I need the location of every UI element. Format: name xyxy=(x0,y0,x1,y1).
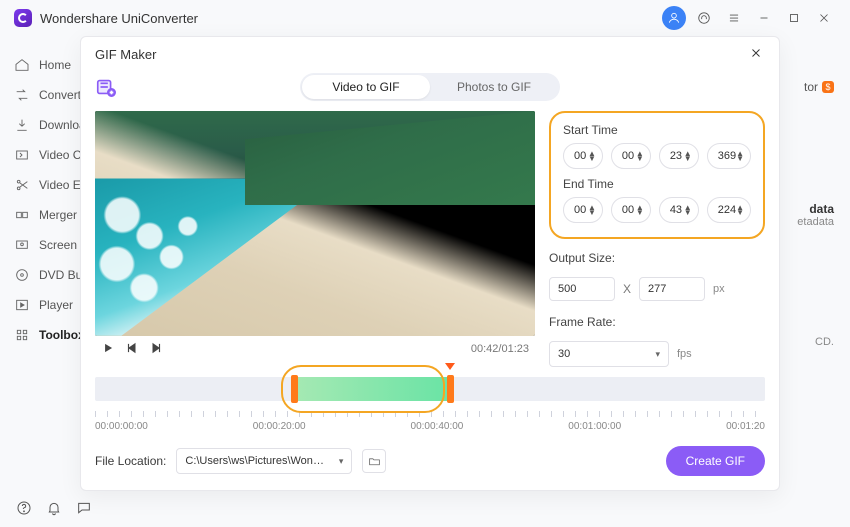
time-display: 00:42/01:23 xyxy=(471,343,529,355)
scissors-icon xyxy=(14,177,30,193)
stepper-arrows-icon: ▲▼ xyxy=(736,205,744,215)
tab-video-to-gif[interactable]: Video to GIF xyxy=(302,75,430,99)
playhead-icon[interactable] xyxy=(445,363,455,370)
chevron-down-icon: ▾ xyxy=(339,456,344,467)
selection-highlight xyxy=(281,365,445,413)
start-ms-stepper[interactable]: 369▲▼ xyxy=(707,143,751,169)
open-folder-button[interactable] xyxy=(362,449,386,473)
timeline-handle-end[interactable] xyxy=(447,375,454,403)
titlebar: Wondershare UniConverter xyxy=(0,0,850,36)
grid-icon xyxy=(14,327,30,343)
record-icon xyxy=(14,237,30,253)
feedback-icon[interactable] xyxy=(76,500,92,519)
tick-label: 00:00:20:00 xyxy=(253,421,306,432)
video-preview[interactable] xyxy=(95,111,535,336)
bell-icon[interactable] xyxy=(46,500,62,519)
minimize-button[interactable] xyxy=(752,6,776,30)
frame-rate-label: Frame Rate: xyxy=(549,315,765,329)
timeline-ruler: 00:00:00:00 00:00:20:00 00:00:40:00 00:0… xyxy=(95,421,765,434)
end-ms-stepper[interactable]: 224▲▼ xyxy=(707,197,751,223)
time-range-box: Start Time 00▲▼ 00▲▼ 23▲▼ 369▲▼ End Time… xyxy=(549,111,765,239)
bg-text: CD. xyxy=(774,336,834,348)
file-location-select[interactable]: C:\Users\ws\Pictures\Wonders ▾ xyxy=(176,448,352,474)
output-width-input[interactable]: 500 xyxy=(549,277,615,301)
player-controls: 00:42/01:23 xyxy=(95,336,535,363)
compress-icon xyxy=(14,147,30,163)
nav-label: Home xyxy=(39,58,71,72)
file-location-label: File Location: xyxy=(95,454,166,468)
settings-column: Start Time 00▲▼ 00▲▼ 23▲▼ 369▲▼ End Time… xyxy=(549,111,765,363)
next-button[interactable] xyxy=(149,341,163,358)
download-icon xyxy=(14,117,30,133)
chevron-down-icon: ▾ xyxy=(655,349,660,360)
convert-icon xyxy=(14,87,30,103)
stepper-arrows-icon: ▲▼ xyxy=(588,205,596,215)
end-time-label: End Time xyxy=(563,177,751,191)
output-unit: px xyxy=(713,283,725,295)
file-path: C:\Users\ws\Pictures\Wonders xyxy=(185,455,325,467)
bg-text: tor xyxy=(804,80,818,94)
start-time-label: Start Time xyxy=(563,123,751,137)
disc-icon xyxy=(14,267,30,283)
end-min-stepper[interactable]: 00▲▼ xyxy=(611,197,651,223)
modal-footer: File Location: C:\Users\ws\Pictures\Wond… xyxy=(81,434,779,490)
tick-label: 00:01:00:00 xyxy=(568,421,621,432)
output-height-input[interactable]: 277 xyxy=(639,277,705,301)
tick-label: 00:00:00:00 xyxy=(95,421,148,432)
nav-label: Merger xyxy=(39,208,77,222)
help-icon[interactable] xyxy=(16,500,32,519)
background-hints: tor $ dataetadata CD. xyxy=(774,80,834,456)
tabs-row: Video to GIF Photos to GIF xyxy=(81,71,779,111)
merge-icon xyxy=(14,207,30,223)
create-gif-button[interactable]: Create GIF xyxy=(666,446,765,476)
end-hour-stepper[interactable]: 00▲▼ xyxy=(563,197,603,223)
statusbar xyxy=(0,491,850,527)
modal-close-button[interactable] xyxy=(749,46,765,62)
gif-maker-modal: GIF Maker Video to GIF Photos to GIF xyxy=(80,36,780,491)
start-sec-stepper[interactable]: 23▲▼ xyxy=(659,143,699,169)
stepper-arrows-icon: ▲▼ xyxy=(684,205,692,215)
end-sec-stepper[interactable]: 43▲▼ xyxy=(659,197,699,223)
close-button[interactable] xyxy=(812,6,836,30)
stepper-arrows-icon: ▲▼ xyxy=(684,151,692,161)
add-media-button[interactable] xyxy=(95,76,117,98)
bg-text: etadata xyxy=(774,216,834,228)
start-min-stepper[interactable]: 00▲▼ xyxy=(611,143,651,169)
dimension-separator: X xyxy=(623,282,631,296)
video-column: 00:42/01:23 xyxy=(95,111,535,363)
modal-header: GIF Maker xyxy=(81,37,779,71)
button-label: Create GIF xyxy=(686,454,745,468)
support-button[interactable] xyxy=(692,6,716,30)
frame-rate-unit: fps xyxy=(677,348,692,360)
prev-button[interactable] xyxy=(125,341,139,358)
nav-label: Toolbox xyxy=(39,328,85,342)
start-hour-stepper[interactable]: 00▲▼ xyxy=(563,143,603,169)
dollar-badge: $ xyxy=(822,81,834,93)
stepper-arrows-icon: ▲▼ xyxy=(636,205,644,215)
bg-text: data xyxy=(774,202,834,216)
play-button[interactable] xyxy=(101,341,115,358)
stepper-arrows-icon: ▲▼ xyxy=(588,151,596,161)
nav-label: Player xyxy=(39,298,73,312)
mode-tabs: Video to GIF Photos to GIF xyxy=(300,73,560,101)
app-icon xyxy=(14,9,32,27)
modal-title: GIF Maker xyxy=(95,47,156,62)
tab-photos-to-gif[interactable]: Photos to GIF xyxy=(430,75,558,99)
tick-label: 00:01:20 xyxy=(726,421,765,432)
timeline: 00:00:00:00 00:00:20:00 00:00:40:00 00:0… xyxy=(81,363,779,434)
output-size-label: Output Size: xyxy=(549,251,765,265)
tick-label: 00:00:40:00 xyxy=(411,421,464,432)
app-title: Wondershare UniConverter xyxy=(40,11,198,26)
maximize-button[interactable] xyxy=(782,6,806,30)
menu-button[interactable] xyxy=(722,6,746,30)
stepper-arrows-icon: ▲▼ xyxy=(636,151,644,161)
play-icon xyxy=(14,297,30,313)
tab-label: Video to GIF xyxy=(332,80,399,94)
stepper-arrows-icon: ▲▼ xyxy=(736,151,744,161)
account-button[interactable] xyxy=(662,6,686,30)
tab-label: Photos to GIF xyxy=(457,80,531,94)
home-icon xyxy=(14,57,30,73)
